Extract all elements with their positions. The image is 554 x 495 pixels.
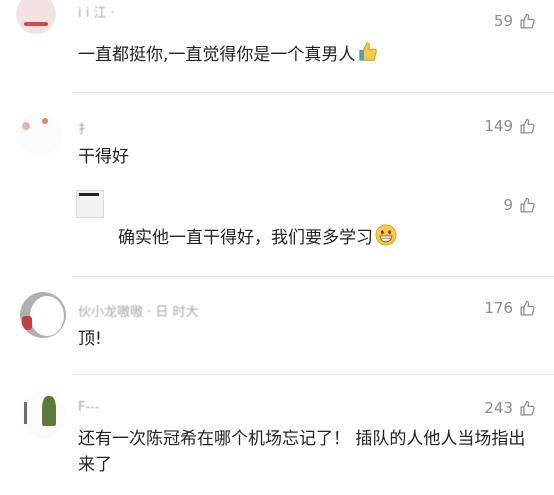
comment-text: 一直都挺你,一直觉得你是一个真男人: [78, 41, 379, 71]
comment-username[interactable]: 伙小龙嗷嗷 · 日 时大: [78, 301, 199, 320]
like-button[interactable]: 9: [503, 196, 536, 214]
comment-username[interactable]: F---: [78, 400, 100, 415]
comment-feed: i i 江 · 59 一直都挺你,一直觉得你是一个真男人 扌 149 干得好 9…: [0, 0, 554, 495]
thumbs-up-outline-icon: [520, 13, 535, 29]
comment-item: 扌 149 干得好 9 确实他一直干得好，我们要多学习: [0, 100, 554, 276]
divider: [72, 276, 554, 277]
comment-text: 还有一次陈冠希在哪个机场忘记了！ 插队的人他人当场指出来了: [78, 429, 526, 475]
thumbs-up-outline-icon: [520, 118, 535, 134]
like-button[interactable]: 149: [484, 117, 536, 135]
divider: [72, 374, 554, 375]
comment-username[interactable]: i i 江 ·: [78, 2, 115, 21]
like-count: 59: [493, 12, 513, 30]
like-count: 176: [484, 299, 513, 317]
reply-text: 确实他一直干得好，我们要多学习: [118, 224, 397, 254]
like-count: 149: [484, 117, 513, 135]
comment-text: 干得好: [78, 147, 129, 167]
avatar[interactable]: [18, 112, 62, 156]
thumbs-up-emoji: [357, 41, 379, 71]
thumbs-up-outline-icon: [520, 300, 535, 316]
like-count: 243: [484, 399, 513, 417]
avatar[interactable]: [16, 0, 56, 34]
like-button[interactable]: 243: [484, 399, 536, 417]
divider: [72, 92, 554, 93]
comment-item: 伙小龙嗷嗷 · 日 时大 176 顶!: [0, 282, 554, 366]
comment-item: i i 江 · 59 一直都挺你,一直觉得你是一个真男人: [0, 0, 554, 88]
grinning-face-emoji: [375, 224, 397, 254]
comment-text: 顶!: [78, 329, 102, 349]
thumbs-up-outline-icon: [520, 197, 535, 213]
like-button[interactable]: 176: [484, 299, 536, 317]
like-count: 9: [503, 196, 513, 214]
comment-username[interactable]: 扌: [78, 118, 91, 137]
like-button[interactable]: 59: [494, 12, 536, 30]
avatar[interactable]: [20, 392, 66, 438]
comment-item: F--- 243 还有一次陈冠希在哪个机场忘记了！ 插队的人他人当场指出来了: [0, 382, 554, 492]
reply-avatar[interactable]: [76, 190, 104, 218]
thumbs-up-outline-icon: [520, 400, 535, 416]
avatar[interactable]: [20, 292, 66, 338]
